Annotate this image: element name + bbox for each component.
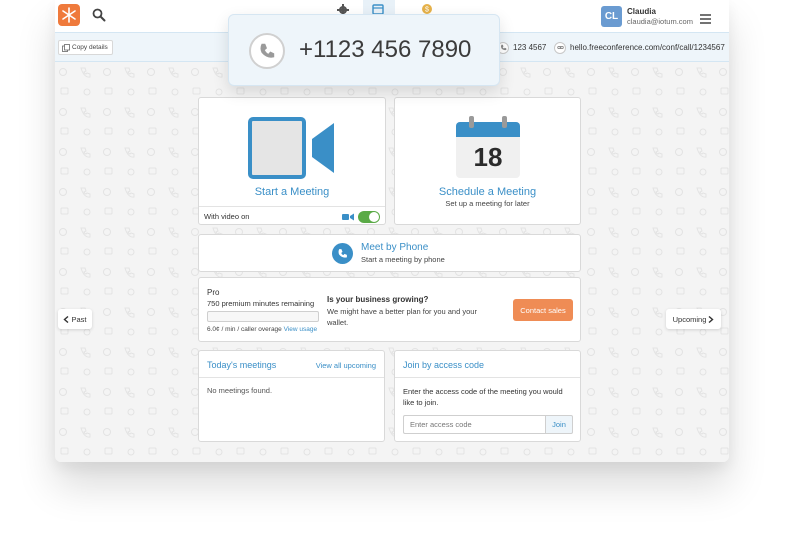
plan-name: Pro: [207, 288, 220, 297]
search-icon[interactable]: [92, 8, 106, 27]
meet-by-phone-subtitle: Start a meeting by phone: [361, 255, 445, 264]
view-all-upcoming-link[interactable]: View all upcoming: [316, 361, 376, 370]
hamburger-menu-icon[interactable]: [700, 11, 711, 29]
join-title: Join by access code: [403, 360, 485, 370]
grow-title: Is your business growing?: [327, 295, 429, 304]
start-meeting-card[interactable]: Start a Meeting With video on: [198, 97, 386, 225]
join-header: Join by access code: [395, 351, 580, 378]
access-code-value: 123 4567: [513, 43, 547, 52]
app-stage: $ CL Claudia claudia@iotum.com Copy deta…: [0, 0, 800, 555]
meet-by-phone-card[interactable]: Meet by Phone Start a meeting by phone: [198, 234, 581, 272]
join-instructions: Enter the access code of the meeting you…: [403, 387, 563, 407]
copy-icon: [62, 43, 70, 52]
plan-rate: 6.0¢ / min / caller overage: [207, 326, 282, 333]
copy-details-label: Copy details: [72, 44, 108, 51]
app-logo[interactable]: [58, 4, 80, 26]
popup-phone-number: +1123 456 7890: [299, 36, 472, 63]
dashboard-content: Start a Meeting With video on 18 Schedul…: [55, 62, 729, 462]
phone-icon: [249, 33, 285, 69]
asterisk-logo-icon: [62, 7, 76, 23]
calendar-day: 18: [474, 142, 503, 172]
phone-icon: [332, 243, 353, 264]
user-name: Claudia: [627, 7, 656, 16]
video-toggle[interactable]: [358, 211, 380, 223]
usage-progress-bar: [207, 311, 319, 322]
plan-minutes: 750 premium minutes remaining: [207, 299, 315, 308]
user-email: claudia@iotum.com: [627, 17, 693, 26]
schedule-meeting-subtitle: Set up a meeting for later: [445, 199, 530, 208]
video-camera-icon: [248, 117, 334, 179]
past-label: Past: [71, 314, 87, 324]
meet-by-phone-title: Meet by Phone: [361, 242, 429, 253]
contact-sales-button[interactable]: Contact sales: [513, 299, 573, 321]
video-toggle-row: With video on: [199, 206, 385, 224]
todays-meetings-card: Today's meetings View all upcoming No me…: [198, 350, 385, 442]
upcoming-label: Upcoming: [672, 314, 707, 324]
todays-meetings-title: Today's meetings: [207, 360, 277, 370]
conference-url-info[interactable]: hello.freeconference.com/conf/call/12345…: [554, 40, 725, 55]
join-by-code-card: Join by access code Enter the access cod…: [394, 350, 581, 442]
copy-details-button[interactable]: Copy details: [58, 40, 113, 55]
chevron-right-icon: [708, 315, 714, 323]
no-meetings-text: No meetings found.: [207, 386, 273, 395]
todays-meetings-header: Today's meetings View all upcoming: [199, 351, 384, 378]
start-meeting-title: Start a Meeting: [254, 186, 330, 198]
chevron-left-icon: [63, 315, 69, 323]
phone-number-popup: +1123 456 7890: [228, 14, 500, 86]
schedule-meeting-card[interactable]: 18 Schedule a Meeting Set up a meeting f…: [394, 97, 581, 225]
access-code-info: 123 4567: [497, 40, 546, 55]
svg-text:$: $: [425, 7, 429, 14]
join-button[interactable]: Join: [545, 415, 573, 434]
view-usage-link[interactable]: View usage: [284, 326, 318, 333]
plan-card: Pro 750 premium minutes remaining 6.0¢ /…: [198, 277, 581, 342]
small-camera-icon: [342, 213, 354, 221]
past-button[interactable]: Past: [58, 309, 92, 329]
plan-rate-line: 6.0¢ / min / caller overage View usage: [207, 326, 317, 333]
conference-url: hello.freeconference.com/conf/call/12345…: [570, 43, 725, 52]
grow-text: We might have a better plan for you and …: [327, 307, 477, 327]
link-icon: [554, 41, 566, 54]
schedule-meeting-title: Schedule a Meeting: [438, 186, 537, 198]
calendar-icon: 18: [456, 116, 520, 178]
video-label: With video on: [204, 212, 250, 221]
upcoming-button[interactable]: Upcoming: [666, 309, 721, 329]
access-code-input[interactable]: [403, 415, 545, 434]
avatar[interactable]: CL: [601, 6, 622, 27]
